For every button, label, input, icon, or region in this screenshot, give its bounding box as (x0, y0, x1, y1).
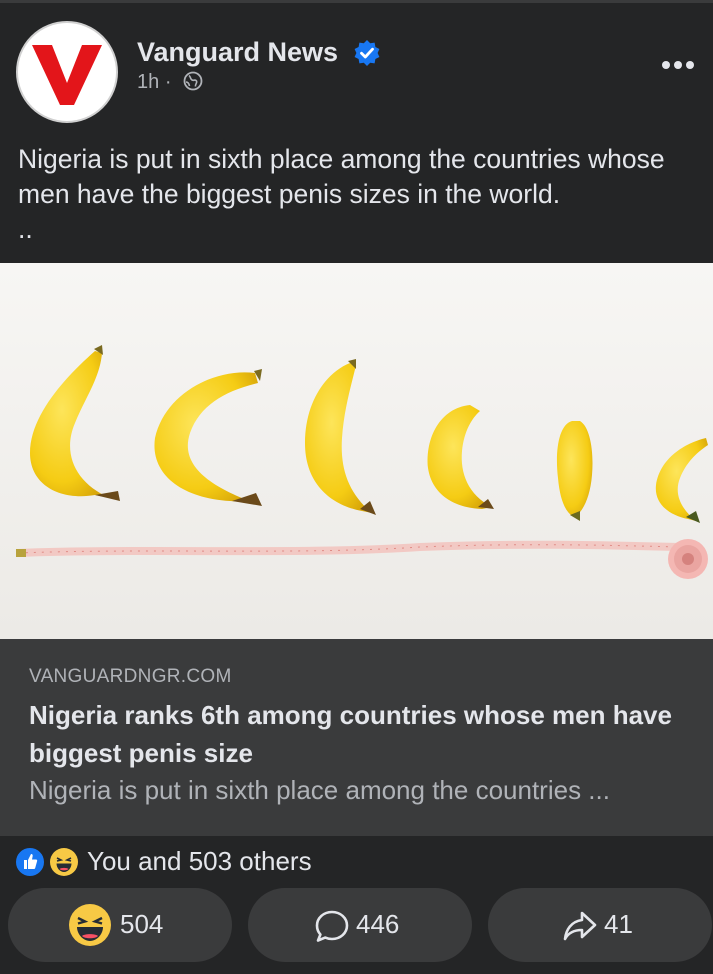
comment-icon (315, 910, 349, 942)
post-text: Nigeria is put in sixth place among the … (18, 142, 708, 247)
page-name[interactable]: Vanguard News (137, 37, 338, 68)
vanguard-logo-icon (32, 45, 102, 105)
globe-icon (183, 71, 203, 91)
comment-button[interactable]: 446 (248, 888, 472, 962)
reactions-count: 504 (120, 909, 164, 939)
comments-count: 446 (356, 909, 400, 939)
post-image[interactable] (0, 263, 713, 639)
like-icon (14, 846, 46, 878)
see-more-ellipsis[interactable]: .. (18, 212, 708, 247)
post-body: Nigeria is put in sixth place among the … (18, 144, 665, 209)
post-header: Vanguard News 1h · (0, 3, 713, 128)
meta-separator: · (164, 71, 172, 93)
haha-icon (48, 846, 80, 878)
bananas-photo (0, 263, 713, 639)
haha-reaction-icon (69, 904, 111, 946)
link-domain: VANGUARDNGR.COM (29, 666, 232, 687)
link-description: Nigeria is put in sixth place among the … (29, 775, 610, 805)
page-avatar[interactable] (16, 21, 118, 123)
post-meta: 1h · (137, 71, 203, 94)
shares-count: 41 (604, 909, 633, 939)
share-icon (563, 911, 597, 941)
verified-badge-icon (354, 40, 380, 66)
more-dot-icon (686, 61, 694, 69)
more-options-button[interactable] (658, 55, 698, 75)
reactions-text: You and 503 others (87, 846, 312, 876)
link-title[interactable]: Nigeria ranks 6th among countries whose … (29, 696, 689, 772)
post-time[interactable]: 1h (137, 71, 159, 93)
more-dot-icon (662, 61, 670, 69)
more-dot-icon (674, 61, 682, 69)
react-button[interactable]: 504 (8, 888, 232, 962)
share-button[interactable]: 41 (488, 888, 712, 962)
